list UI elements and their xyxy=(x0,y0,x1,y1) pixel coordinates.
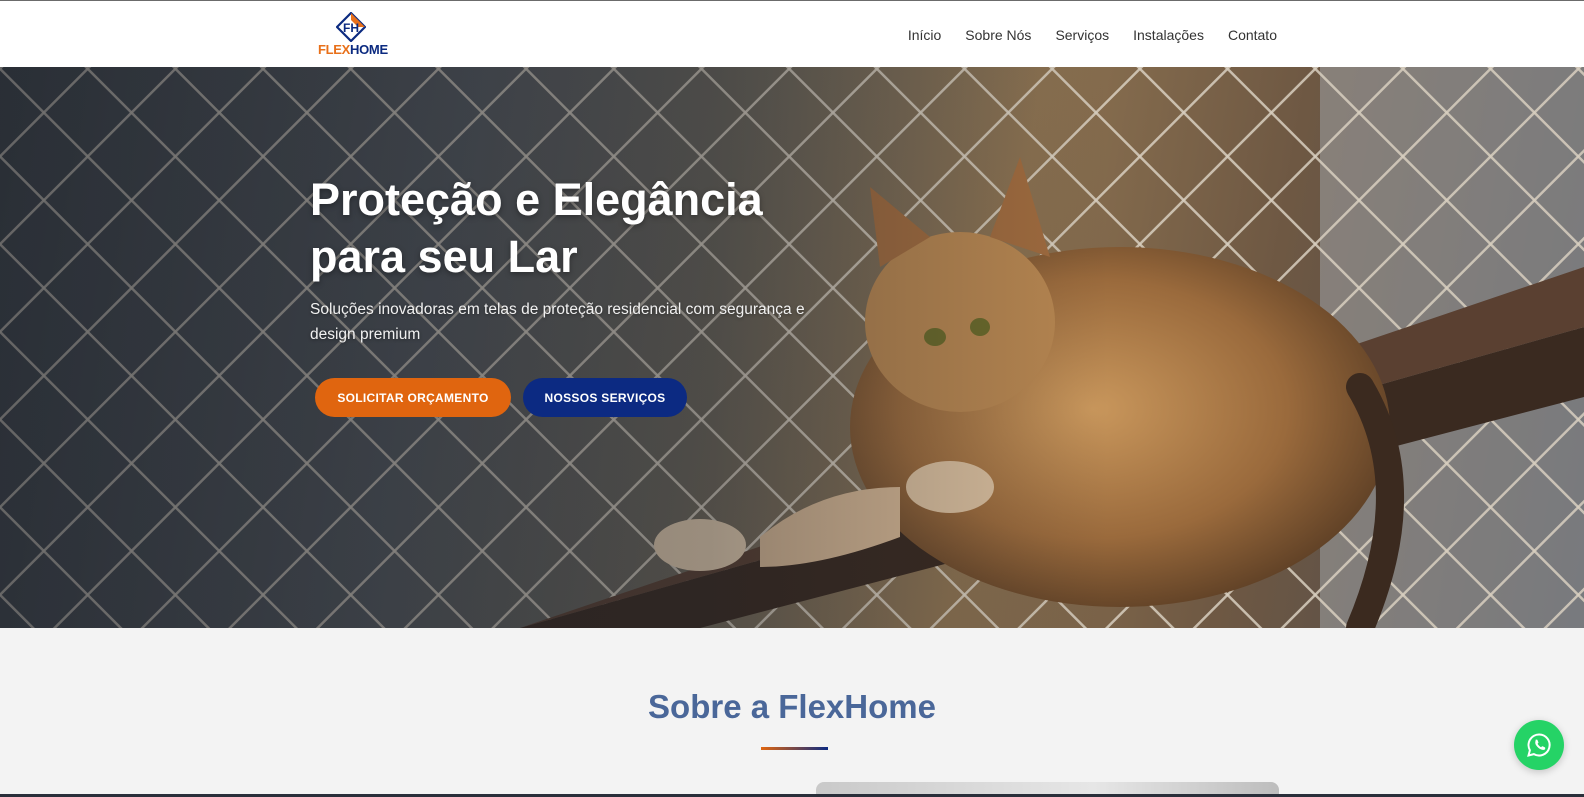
whatsapp-button[interactable] xyxy=(1514,720,1564,770)
nav-link-instalacoes[interactable]: Instalações xyxy=(1133,27,1204,43)
house-logo-icon: FH xyxy=(336,12,366,42)
logo-text-flex: FLEX xyxy=(318,42,351,57)
about-section-title: Sobre a FlexHome xyxy=(648,688,936,725)
site-header: FH FLEXHOME Início Sobre Nós Serviços In… xyxy=(0,1,1584,67)
nav-link-contato[interactable]: Contato xyxy=(1228,27,1277,43)
our-services-button[interactable]: NOSSOS SERVIÇOS xyxy=(523,378,687,417)
svg-text:FH: FH xyxy=(343,21,359,35)
hero-subtitle: Soluções inovadoras em telas de proteção… xyxy=(310,301,805,343)
logo-text-home: HOME xyxy=(350,42,388,57)
nav-link-inicio[interactable]: Início xyxy=(908,27,941,43)
nav-link-sobre-nos[interactable]: Sobre Nós xyxy=(965,27,1031,43)
logo-text: FLEXHOME xyxy=(318,42,388,57)
hero-title-line-1: Proteção e Elegância xyxy=(310,174,763,225)
whatsapp-icon xyxy=(1527,733,1551,757)
hero-title: Proteção e Elegância para seu Lar xyxy=(310,171,830,285)
hero-section: Proteção e Elegância para seu Lar Soluçõ… xyxy=(0,67,1584,628)
title-underline xyxy=(761,747,828,750)
flexhome-logo[interactable]: FH FLEXHOME xyxy=(318,12,390,58)
hero-overlay xyxy=(0,67,1584,628)
main-nav: Início Sobre Nós Serviços Instalações Co… xyxy=(908,27,1277,43)
nav-link-servicos[interactable]: Serviços xyxy=(1055,27,1109,43)
hero-title-line-2: para seu Lar xyxy=(310,231,578,282)
request-quote-button[interactable]: SOLICITAR ORÇAMENTO xyxy=(315,378,511,417)
